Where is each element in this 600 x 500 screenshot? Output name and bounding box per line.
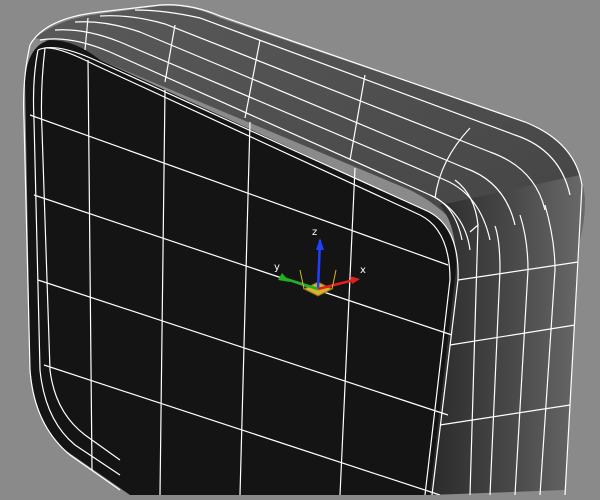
3d-viewport[interactable]: x y z [0, 0, 600, 496]
gizmo-z-label: z [312, 227, 317, 238]
mesh-side-face[interactable] [430, 175, 585, 495]
gizmo-y-label: y [274, 262, 280, 273]
gizmo-x-label: x [360, 265, 366, 276]
viewport-canvas[interactable]: x y z [0, 0, 600, 496]
